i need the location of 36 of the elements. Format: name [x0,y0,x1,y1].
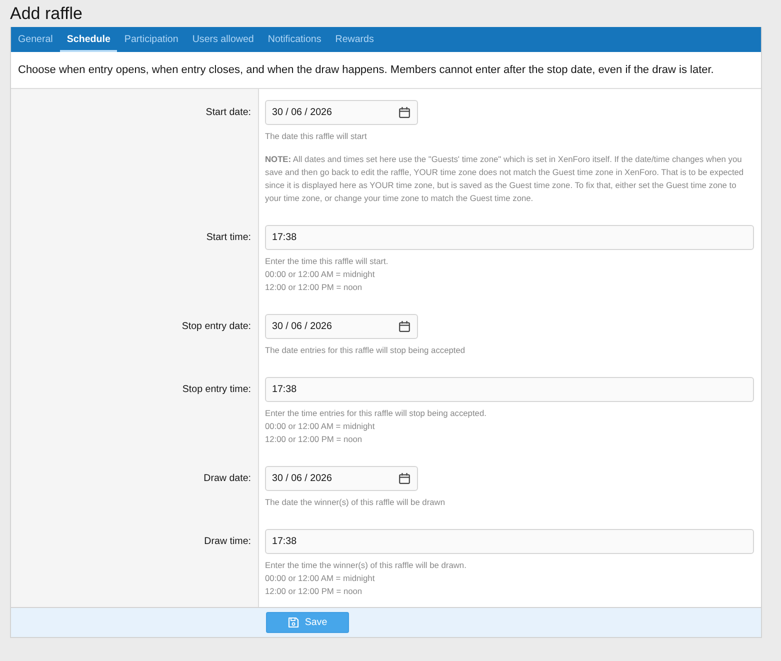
field-label: Start date: [206,107,251,118]
date-field[interactable]: 30 / 06 / 2026 [265,466,418,491]
hint-text: 00:00 or 12:00 AM = midnight [265,420,376,433]
tab[interactable]: Rewards [328,27,381,52]
hint-text: The date the winner(s) of this raffle will be drawn [265,496,446,509]
tab[interactable]: General [11,27,60,52]
hint-text: 00:00 or 12:00 AM = midnight [265,572,376,585]
hint-text: Enter the time entries for this raffle will stop being accepted. [265,407,488,420]
calendar-icon[interactable] [399,321,410,332]
page-title: Add raffle [10,3,82,25]
field-label: Stop entry time: [182,384,251,395]
tab[interactable]: Participation [117,27,186,52]
field-label: Draw date: [204,473,251,484]
field-label: Draw time: [204,536,251,547]
time-field[interactable]: 17:38 [265,529,754,554]
date-field[interactable]: 30 / 06 / 2026 [265,314,418,339]
field-label: Start time: [206,232,251,243]
hint-text: 12:00 or 12:00 PM = noon [265,585,364,598]
time-field[interactable]: 17:38 [265,225,754,250]
calendar-icon[interactable] [399,107,410,118]
date-field[interactable]: 30 / 06 / 2026 [265,100,418,125]
note-text: NOTE: All dates and times set here use the "Guests' time zone" which is set in XenForo itself. If the date/time changes when you save and then go back to edit the raffle, YOUR time zone does not match the Guest time zone in XenForo. That is to be expected since it is displayed here as YOUR time zone, but is saved as the Guest time zone. To fix that, either set the Guest time zone to your time zone, or change your time zone to match the Guest time zone. [265,153,745,205]
hint-text: 12:00 or 12:00 PM = noon [265,433,364,446]
tab[interactable]: Users allowed [185,27,261,52]
hint-text: The date entries for this raffle will stop being accepted [265,344,466,357]
time-field[interactable]: 17:38 [265,377,754,402]
field-label: Stop entry date: [182,321,251,332]
hint-text: 12:00 or 12:00 PM = noon [265,281,364,294]
calendar-icon[interactable] [399,473,410,484]
tab[interactable]: Schedule [60,27,118,52]
tab[interactable]: Notifications [260,27,328,52]
hint-text: The date this raffle will start [265,130,368,143]
hint-text: Enter the time this raffle will start. [265,255,390,268]
hint-text: Enter the time the winner(s) of this raffle will be drawn. [265,559,468,572]
save-button[interactable]: Save [266,612,349,633]
hint-text: 00:00 or 12:00 AM = midnight [265,268,376,281]
